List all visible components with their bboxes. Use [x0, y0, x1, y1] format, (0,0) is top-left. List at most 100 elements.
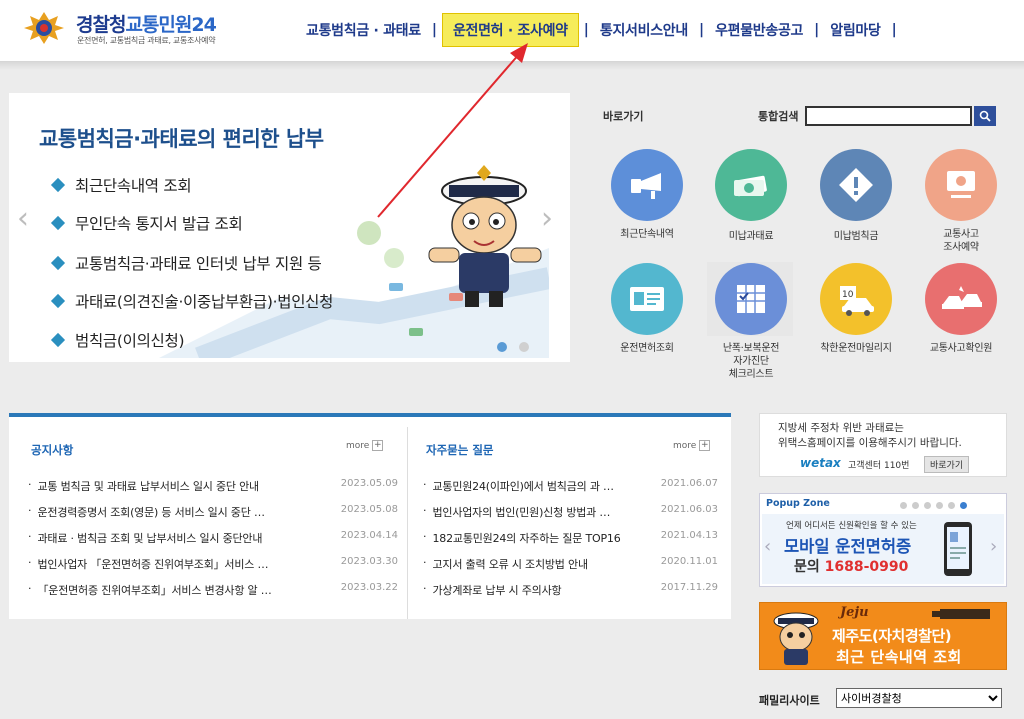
list-item[interactable]: · 교통민원24(이파인)에서 범칙금의 과 … 2021.06.07 — [423, 478, 718, 504]
list-item[interactable]: · 교통 범칙금 및 과태료 납부서비스 일시 중단 안내 2023.05.09 — [28, 478, 398, 504]
notice-title[interactable]: 공지사항 — [31, 442, 73, 458]
chevron-left-icon[interactable]: ‹ — [17, 201, 29, 236]
banner-item[interactable]: 무인단속 통지서 발급 조회 — [50, 212, 243, 234]
jeju-enforcement-banner[interactable]: Jeju 제주도(자치경찰단) 최근 단속내역 조회 — [759, 602, 1007, 670]
nav-item-notice[interactable]: 알림마당 — [824, 20, 886, 40]
chevron-right-icon[interactable]: › — [541, 201, 553, 236]
list-item[interactable]: · 182교통민원24의 자주하는 질문 TOP16 2021.04.13 — [423, 530, 718, 556]
banner-item[interactable]: 범칙금(이의신청) — [50, 329, 185, 351]
police-emblem-icon[interactable] — [22, 10, 66, 46]
bullet: · — [423, 478, 427, 491]
nav-separator: | — [583, 22, 589, 38]
bullet: · — [28, 530, 32, 543]
popup-slide[interactable]: ‹ › 언제 어디서든 신원확인을 할 수 있는 모바일 운전면허증 문의 16… — [762, 514, 1004, 584]
notice-more-button[interactable]: more + — [346, 440, 384, 451]
bullet: · — [28, 504, 32, 517]
popup-small-text: 언제 어디서든 신원확인을 할 수 있는 — [786, 521, 917, 531]
warning-icon[interactable] — [820, 149, 892, 221]
quick-label-safe-driving-mileage[interactable]: 착한운전마일리지 — [806, 342, 906, 355]
popup-phone: 1688-0990 — [824, 559, 909, 575]
banner-title: 교통범칙금·과태료의 편리한 납부 — [39, 127, 324, 151]
search-input[interactable] — [805, 106, 972, 126]
faq-list: · 교통민원24(이파인)에서 범칙금의 과 … 2021.06.07 · 법인사업자… — [423, 478, 718, 608]
list-item[interactable]: · 과태료 · 범칙금 조회 및 납부서비스 일시 중단안내 2023.04.14 — [28, 530, 398, 556]
nav-item-notification[interactable]: 통지서비스안내 — [594, 20, 694, 40]
pager-dot-active[interactable] — [960, 502, 967, 509]
banner-item[interactable]: 교통범칙금·과태료 인터넷 납부 지원 등 — [50, 252, 322, 274]
pager-dot[interactable] — [900, 502, 907, 509]
site-title-agency: 경찰청 — [76, 14, 126, 36]
wetax-go-button[interactable]: 바로가기 — [924, 456, 970, 473]
list-item[interactable]: · 법인사업자의 법인(민원)신청 방법과 … 2021.06.03 — [423, 504, 718, 530]
nav-item-returned-mail[interactable]: 우편물반송공고 — [709, 20, 809, 40]
diamond-bullet-icon — [50, 255, 66, 271]
faq-title[interactable]: 자주묻는 질문 — [426, 442, 493, 458]
popup-main-text: 모바일 운전면허증 — [784, 537, 912, 556]
more-label: more — [346, 440, 370, 451]
list-item[interactable]: · 고지서 출력 오류 시 조치방법 안내 2020.11.01 — [423, 556, 718, 582]
popup-zone-title: Popup Zone — [766, 498, 830, 509]
money-icon[interactable] — [715, 149, 787, 221]
mileage-car-icon[interactable]: 10 — [820, 263, 892, 335]
jeju-line2: 최근 단속내역 조회 — [836, 648, 962, 666]
notice-list: · 교통 범칙금 및 과태료 납부서비스 일시 중단 안내 2023.05.09 ·… — [28, 478, 398, 608]
site-title-service: 교통민원24 — [125, 14, 216, 36]
wetax-center: 고객센터 110번 — [848, 461, 910, 471]
quick-label-road-rage-checklist[interactable]: 난폭·보복운전 자가진단 체크리스트 — [701, 342, 801, 381]
chevron-left-icon[interactable]: ‹ — [764, 536, 771, 557]
family-site-select[interactable]: 사이버경찰청 — [836, 688, 1002, 708]
wetax-logo: wetax — [800, 456, 841, 470]
list-item[interactable]: · 가상계좌로 납부 시 주의사항 2017.11.29 — [423, 582, 718, 608]
bullet: · — [423, 556, 427, 569]
pager-dot[interactable] — [924, 502, 931, 509]
list-item[interactable]: · 법인사업자 「운전면허증 진위여부조회」서비스 … 2023.03.30 — [28, 556, 398, 582]
search-icon — [979, 110, 991, 122]
slide-dot[interactable] — [519, 342, 529, 352]
banner-item[interactable]: 최근단속내역 조회 — [50, 174, 192, 196]
pager-dot[interactable] — [936, 502, 943, 509]
quick-label-accident-certificate[interactable]: 교통사고확인원 — [911, 342, 1011, 355]
popup-zone: Popup Zone ‹ › 언제 어디서든 신원확인을 할 수 있는 모바일 … — [759, 493, 1007, 587]
quick-label-unpaid-fine[interactable]: 미납과태료 — [701, 230, 801, 243]
site-subtitle: 운전면허, 교통범칙금 과태료, 교통조사예약 — [77, 36, 216, 45]
license-card-icon[interactable] — [611, 263, 683, 335]
jeju-line1: 제주도(자치경찰단) — [832, 627, 952, 645]
police-mascot-icon — [773, 612, 819, 665]
search-button[interactable] — [974, 106, 996, 126]
computer-icon[interactable] — [925, 149, 997, 221]
faq-more-button[interactable]: more + — [673, 440, 711, 451]
diamond-bullet-icon — [50, 215, 66, 231]
red-arrow-annotation — [377, 43, 528, 218]
quick-label-unpaid-penalty[interactable]: 미납범칙금 — [806, 230, 906, 243]
diamond-bullet-icon — [50, 293, 66, 309]
jeju-logo: Jeju — [840, 605, 869, 620]
nav-separator: | — [814, 22, 820, 38]
board-divider — [407, 427, 408, 619]
wetax-line2: 위택스홈페이지를 이용해주시기 바랍니다. — [778, 437, 962, 449]
family-site-label: 패밀리사이트 — [759, 694, 820, 707]
site-title[interactable]: 경찰청교통민원24 — [76, 10, 217, 37]
quick-label-recent-enforcement[interactable]: 최근단속내역 — [597, 228, 697, 241]
cctv-icon[interactable] — [611, 149, 683, 221]
list-item[interactable]: · 운전경력증명서 조회(영문) 등 서비스 일시 중단 … 2023.05.08 — [28, 504, 398, 530]
speed-camera-icon — [932, 609, 990, 619]
bullet: · — [28, 556, 32, 569]
list-item[interactable]: · 「운전면허증 진위여부조회」서비스 변경사항 알 … 2023.03.22 — [28, 582, 398, 608]
diamond-bullet-icon — [50, 177, 66, 193]
pager-dot[interactable] — [948, 502, 955, 509]
quick-label-accident-reservation[interactable]: 교통사고 조사예약 — [911, 228, 1011, 254]
slide-dot-active[interactable] — [497, 342, 507, 352]
bullet: · — [28, 582, 32, 595]
banner-item[interactable]: 과태료(의견진술·이중납부환급)·법인신청 — [50, 290, 333, 312]
wetax-banner[interactable]: 지방세 주정차 위반 과태료는 위택스홈페이지를 이용해주시기 바랍니다. we… — [759, 413, 1007, 477]
bullet: · — [423, 504, 427, 517]
plus-icon: + — [699, 440, 711, 451]
nav-separator: | — [891, 22, 897, 38]
chevron-right-icon[interactable]: › — [990, 536, 997, 557]
checklist-icon[interactable] — [715, 263, 787, 335]
more-label: more — [673, 440, 697, 451]
bullet: · — [423, 530, 427, 543]
quick-label-license-check[interactable]: 운전면허조회 — [597, 342, 697, 355]
car-crash-icon[interactable] — [925, 263, 997, 335]
pager-dot[interactable] — [912, 502, 919, 509]
